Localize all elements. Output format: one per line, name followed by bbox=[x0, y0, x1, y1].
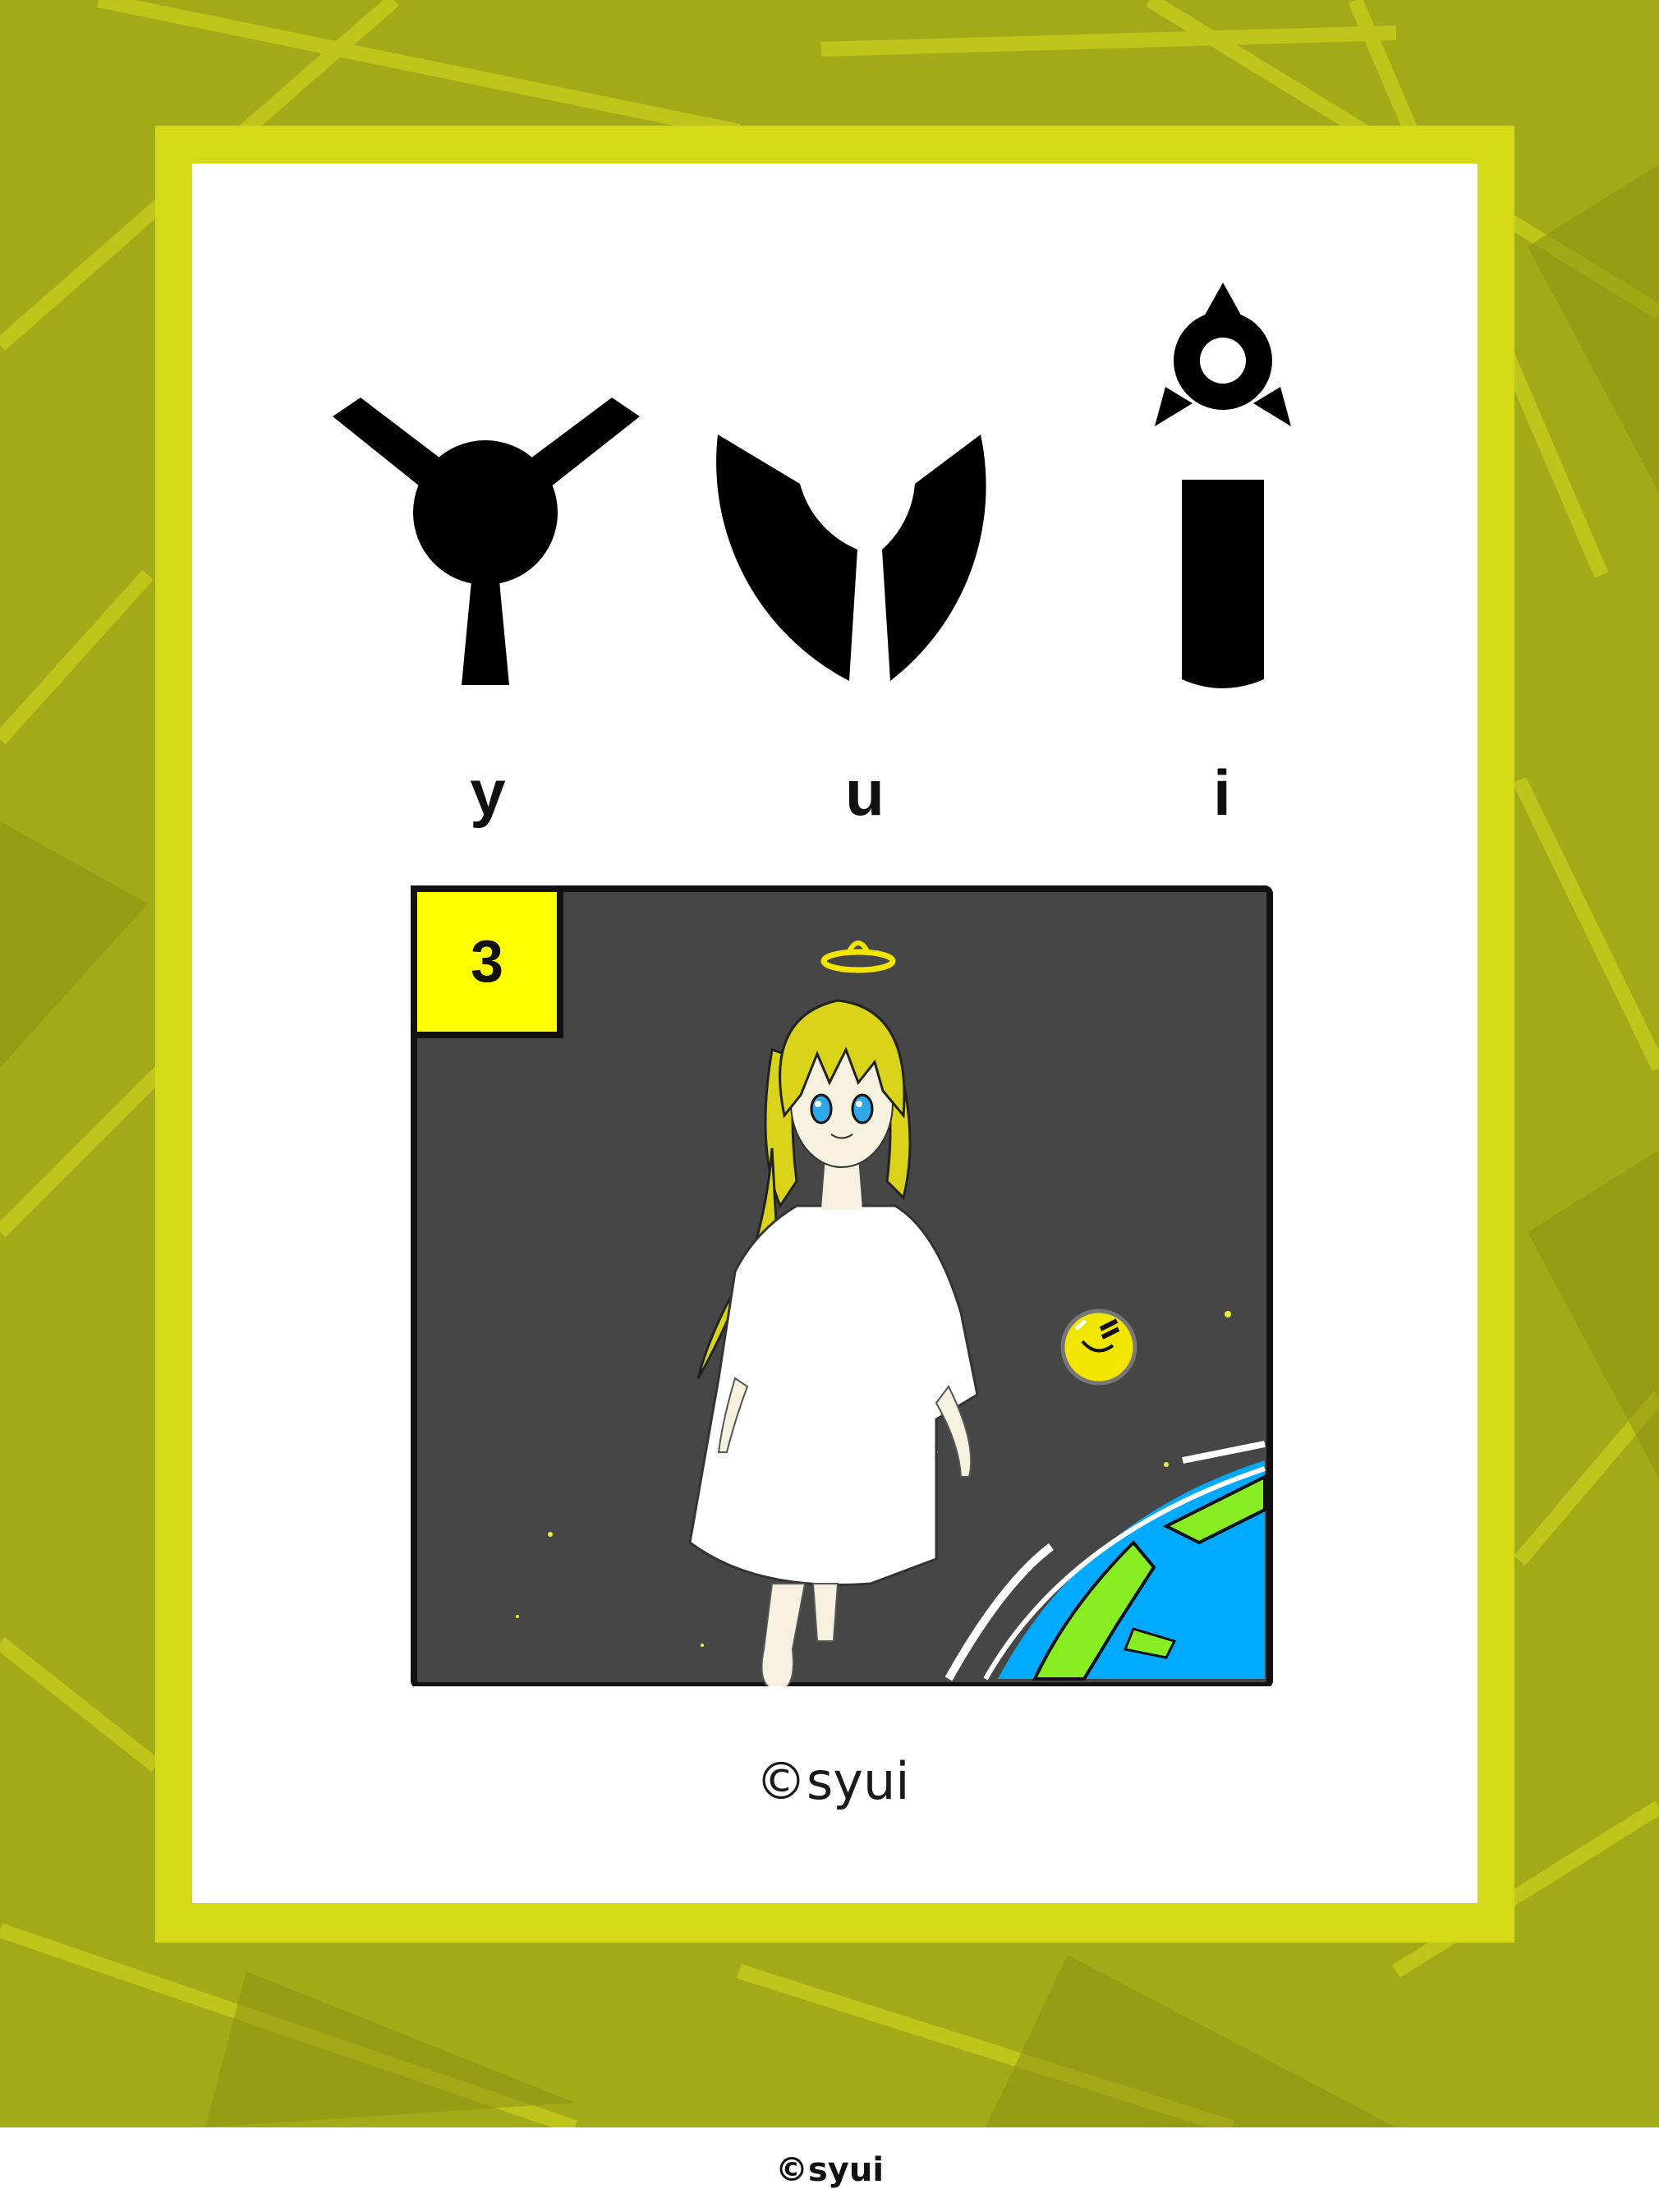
footer-credit: ©syui bbox=[774, 2150, 885, 2189]
logo-glyph-u bbox=[716, 435, 986, 681]
moon-icon bbox=[1060, 1308, 1137, 1386]
logo-glyph-i bbox=[1155, 283, 1291, 688]
logo-letter-i: i bbox=[1213, 756, 1231, 829]
logo-letter-y: y bbox=[470, 756, 506, 829]
logo-glyph-y bbox=[333, 398, 640, 685]
card-credit: ©syui bbox=[756, 1751, 910, 1811]
yui-logo bbox=[333, 283, 1291, 688]
logo-letter-u: u bbox=[845, 756, 885, 829]
panel-number-badge: 3 bbox=[411, 885, 563, 1038]
